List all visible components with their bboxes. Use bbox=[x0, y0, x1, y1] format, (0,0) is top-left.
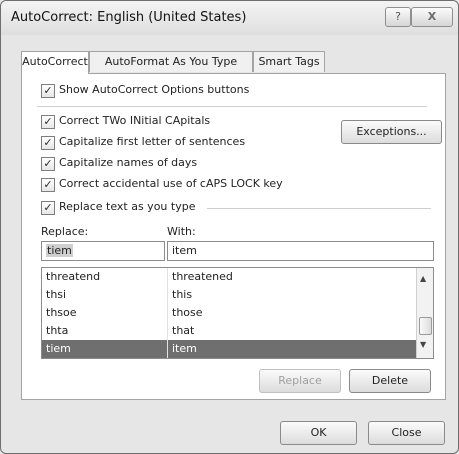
capitalize-first-letter-label: Capitalize first letter of sentences bbox=[59, 135, 246, 148]
checkbox-check-icon: ✓ bbox=[41, 115, 55, 129]
replace-button[interactable]: Replace bbox=[259, 369, 341, 393]
list-row-selected[interactable]: tiem item bbox=[42, 340, 416, 358]
exceptions-button[interactable]: Exceptions... bbox=[341, 120, 442, 144]
column-divider bbox=[167, 340, 168, 358]
with-input[interactable]: item bbox=[167, 241, 434, 261]
list-with-cell: threatened bbox=[172, 270, 233, 283]
autocorrect-entries-list[interactable]: threatend threatened thsi this thsoe tho… bbox=[41, 267, 434, 359]
list-row[interactable]: thsi this bbox=[42, 286, 416, 304]
column-divider bbox=[167, 286, 168, 304]
correct-two-initials-label: Correct TWo INitial CApitals bbox=[59, 114, 211, 127]
tab-autocorrect[interactable]: AutoCorrect bbox=[21, 51, 89, 74]
with-input-value: item bbox=[172, 244, 197, 257]
ok-button[interactable]: OK bbox=[280, 421, 357, 445]
list-with-cell: those bbox=[172, 306, 203, 319]
list-scrollbar[interactable]: ▲ ▼ bbox=[416, 268, 433, 358]
close-window-button[interactable]: X bbox=[411, 7, 453, 27]
column-divider bbox=[167, 322, 168, 340]
list-with-cell: item bbox=[172, 342, 197, 355]
scroll-up-icon[interactable]: ▲ bbox=[420, 274, 426, 283]
list-with-cell: this bbox=[172, 288, 193, 301]
checkbox-check-icon: ✓ bbox=[41, 84, 55, 98]
divider bbox=[37, 106, 427, 107]
list-row[interactable]: thta that bbox=[42, 322, 416, 340]
list-replace-cell: threatend bbox=[46, 270, 101, 283]
checkbox-check-icon: ✓ bbox=[41, 178, 55, 192]
close-button[interactable]: Close bbox=[368, 421, 445, 445]
list-replace-cell: thsi bbox=[46, 288, 67, 301]
replace-input-value: tiem bbox=[46, 244, 73, 257]
with-label: With: bbox=[167, 225, 196, 238]
help-button[interactable]: ? bbox=[385, 7, 411, 27]
checkbox-check-icon: ✓ bbox=[41, 201, 55, 215]
checkbox-check-icon: ✓ bbox=[41, 157, 55, 171]
list-replace-cell: tiem bbox=[46, 342, 71, 355]
tab-autoformat-as-you-type[interactable]: AutoFormat As You Type bbox=[89, 51, 253, 72]
scroll-thumb[interactable] bbox=[419, 317, 432, 335]
autocorrect-dialog: AutoCorrect: English (United States) ? X… bbox=[0, 0, 459, 454]
correct-caps-lock-label: Correct accidental use of cAPS LOCK key bbox=[59, 177, 283, 190]
scroll-down-icon[interactable]: ▼ bbox=[420, 340, 426, 349]
capitalize-days-label: Capitalize names of days bbox=[59, 156, 198, 169]
show-autocorrect-options-label: Show AutoCorrect Options buttons bbox=[59, 83, 250, 96]
delete-button[interactable]: Delete bbox=[349, 369, 431, 393]
checkbox-check-icon: ✓ bbox=[41, 136, 55, 150]
list-row[interactable]: thsoe those bbox=[42, 304, 416, 322]
replace-text-label: Replace text as you type bbox=[59, 200, 196, 213]
tab-smart-tags[interactable]: Smart Tags bbox=[253, 51, 325, 72]
window-title: AutoCorrect: English (United States) bbox=[11, 10, 247, 25]
list-with-cell: that bbox=[172, 324, 195, 337]
group-divider bbox=[207, 208, 431, 209]
title-bar: AutoCorrect: English (United States) ? X bbox=[1, 1, 458, 35]
list-replace-cell: thta bbox=[46, 324, 69, 337]
list-row[interactable]: threatend threatened bbox=[42, 268, 416, 286]
replace-input[interactable]: tiem bbox=[41, 241, 165, 261]
column-divider bbox=[167, 304, 168, 322]
list-replace-cell: thsoe bbox=[46, 306, 77, 319]
replace-label: Replace: bbox=[41, 225, 89, 238]
column-divider bbox=[167, 268, 168, 286]
